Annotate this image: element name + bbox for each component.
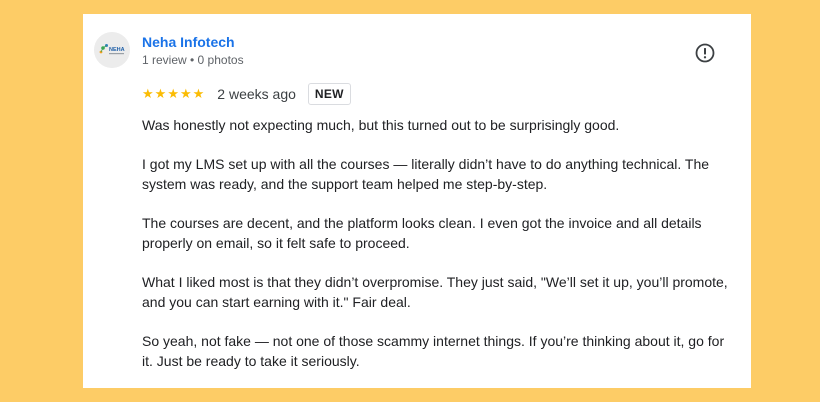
rating-row: ★ ★ ★ ★ ★ 2 weeks ago NEW [142, 82, 351, 106]
star-icon: ★ [142, 86, 154, 102]
avatar-logo-text: NEHA [109, 47, 125, 53]
reviewer-avatar[interactable]: NEHA [94, 32, 130, 68]
neha-infotech-logo: NEHA [94, 32, 130, 68]
review-paragraph: So yeah, not fake — not one of those sca… [142, 333, 725, 369]
star-rating: ★ ★ ★ ★ ★ [142, 88, 204, 101]
review-card: NEHA Neha Infotech 1 review • 0 photos ★… [83, 14, 751, 388]
review-time: 2 weeks ago [217, 86, 296, 102]
star-icon: ★ [167, 86, 179, 102]
exclamation-circle-icon [695, 43, 715, 63]
reviewer-name-link[interactable]: Neha Infotech [142, 34, 235, 50]
reviewer-meta: 1 review • 0 photos [142, 53, 244, 67]
review-paragraph: The courses are decent, and the platform… [142, 215, 702, 251]
new-badge: NEW [307, 83, 351, 105]
review-paragraph: What I liked most is that they didn’t ov… [142, 274, 728, 310]
star-icon: ★ [179, 86, 192, 102]
star-icon: ★ [154, 86, 167, 102]
report-review-button[interactable] [694, 42, 716, 64]
review-paragraph: Was honestly not expecting much, but thi… [142, 117, 620, 133]
review-paragraph: I got my LMS set up with all the courses… [142, 156, 710, 192]
review-text: Was honestly not expecting much, but thi… [142, 115, 732, 390]
star-icon: ★ [192, 86, 205, 102]
